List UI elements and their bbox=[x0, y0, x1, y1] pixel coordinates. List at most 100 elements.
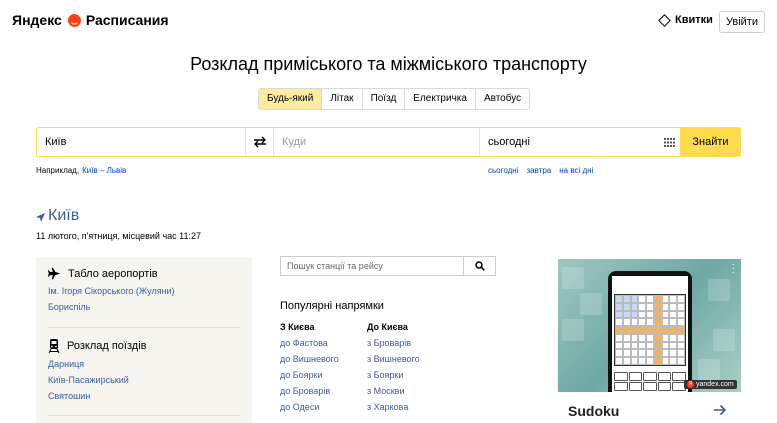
swap-button[interactable] bbox=[245, 128, 274, 156]
sudoku-cell bbox=[677, 302, 685, 311]
sudoku-cell bbox=[653, 349, 662, 358]
calendar-button[interactable] bbox=[658, 128, 680, 156]
logo-product: Расписания bbox=[85, 12, 169, 28]
direction-link[interactable]: з Вишневого bbox=[367, 354, 420, 364]
direction-link[interactable]: з Боярки bbox=[367, 370, 420, 380]
sudoku-cell bbox=[638, 357, 647, 365]
tab-plane[interactable]: Літак bbox=[322, 89, 363, 109]
logo-brand: Яндекс bbox=[12, 12, 62, 28]
sudoku-cell bbox=[669, 349, 678, 358]
direction-link[interactable]: до Вишневого bbox=[280, 354, 339, 364]
airport-link-zhuliany[interactable]: Ім. Ігоря Сікорського (Жуляни) bbox=[48, 286, 175, 296]
station-search-button[interactable] bbox=[463, 257, 495, 275]
tab-bus[interactable]: Автобус bbox=[475, 89, 530, 109]
sudoku-cell bbox=[646, 318, 654, 327]
sudoku-cell bbox=[677, 357, 685, 365]
sudoku-key bbox=[657, 372, 672, 381]
trains-section: Розклад поїздів Дарниця Київ-Пасажирськи… bbox=[48, 339, 146, 401]
ad-image[interactable]: · · · Я yandex.com bbox=[558, 259, 741, 392]
transport-tabs: Будь-який Літак Поїзд Електричка Автобус bbox=[258, 88, 531, 110]
trains-title: Розклад поїздів bbox=[67, 340, 147, 352]
direction-link[interactable]: з Харкова bbox=[367, 402, 420, 412]
tab-train[interactable]: Поїзд bbox=[362, 89, 406, 109]
to-kyiv-head: До Києва bbox=[367, 322, 408, 332]
ad-banner[interactable]: · · · Я yandex.com Sudoku bbox=[558, 259, 741, 423]
station-search bbox=[280, 256, 496, 276]
sudoku-cell bbox=[661, 357, 670, 365]
sudoku-cell bbox=[677, 326, 685, 334]
ad-bg-tile bbox=[580, 293, 602, 315]
sudoku-cell bbox=[661, 349, 670, 358]
sudoku-cell bbox=[630, 333, 639, 342]
sudoku-cell bbox=[638, 349, 647, 358]
info-panel: Табло аеропортів Ім. Ігоря Сікорського (… bbox=[36, 257, 252, 423]
direction-link[interactable]: до Броварів bbox=[280, 386, 339, 396]
find-button[interactable]: Знайти bbox=[680, 127, 741, 157]
sudoku-key bbox=[643, 372, 657, 381]
sudoku-cell bbox=[661, 318, 670, 327]
sudoku-cell bbox=[630, 357, 639, 365]
ad-bg-tile bbox=[698, 359, 720, 381]
sudoku-cell bbox=[630, 349, 639, 358]
airport-link-boryspil[interactable]: Бориспіль bbox=[48, 302, 175, 312]
ad-menu-icon[interactable]: · · · bbox=[732, 260, 735, 278]
sudoku-cell bbox=[653, 295, 662, 303]
date-link-today[interactable]: сьогодні bbox=[488, 166, 519, 175]
station-link-sviatoshyn[interactable]: Святошин bbox=[48, 391, 146, 401]
tab-suburban[interactable]: Електричка bbox=[405, 89, 476, 109]
arrow-right-icon[interactable] bbox=[713, 403, 727, 417]
sudoku-cell bbox=[638, 302, 647, 311]
sudoku-cell bbox=[669, 341, 678, 350]
date-input[interactable] bbox=[480, 128, 658, 156]
calendar-icon bbox=[663, 137, 675, 147]
city-name: Київ bbox=[48, 207, 80, 224]
plane-icon bbox=[48, 267, 61, 280]
sudoku-cell bbox=[622, 326, 631, 334]
direction-link[interactable]: до Фастова bbox=[280, 338, 339, 348]
sudoku-cell bbox=[653, 318, 662, 327]
sudoku-cell bbox=[653, 357, 662, 365]
station-link-darnytsia[interactable]: Дарниця bbox=[48, 359, 146, 369]
direction-link[interactable]: з Москви bbox=[367, 386, 420, 396]
sudoku-cell bbox=[646, 349, 654, 358]
date-link-all-days[interactable]: на всі дні bbox=[559, 166, 593, 175]
logo-icon bbox=[67, 13, 81, 27]
from-input[interactable] bbox=[37, 128, 245, 156]
station-link-kyiv-pas[interactable]: Київ-Пасажирський bbox=[48, 375, 146, 385]
login-button[interactable]: Увійти bbox=[719, 11, 765, 33]
ad-bg-tile bbox=[562, 267, 584, 289]
example-link[interactable]: Київ – Львів bbox=[82, 166, 126, 175]
sudoku-cell bbox=[615, 341, 623, 350]
tab-any[interactable]: Будь-який bbox=[259, 89, 323, 109]
date-shortcuts: сьогодні завтра на всі дні bbox=[488, 166, 601, 175]
station-search-input[interactable] bbox=[281, 257, 463, 275]
sudoku-cell bbox=[669, 357, 678, 365]
sudoku-key bbox=[628, 372, 643, 381]
logo[interactable]: Яндекс Расписания bbox=[12, 12, 169, 28]
airports-title: Табло аеропортів bbox=[68, 267, 158, 280]
sudoku-cell bbox=[615, 302, 623, 311]
to-input[interactable] bbox=[274, 128, 480, 156]
sudoku-cell bbox=[669, 333, 678, 342]
direction-link[interactable]: з Броварів bbox=[367, 338, 420, 348]
direction-link[interactable]: до Одеси bbox=[280, 402, 339, 412]
direction-link[interactable]: до Боярки bbox=[280, 370, 339, 380]
swap-icon bbox=[253, 136, 266, 148]
ad-title: Sudoku bbox=[568, 403, 620, 419]
sudoku-cell bbox=[638, 295, 647, 303]
sudoku-key bbox=[628, 382, 643, 391]
train-icon bbox=[48, 339, 60, 353]
sudoku-cell bbox=[646, 357, 654, 365]
ad-source-label: yandex.com bbox=[696, 381, 734, 388]
sudoku-key bbox=[657, 382, 672, 391]
ad-bg-tile bbox=[708, 279, 730, 301]
airports-section: Табло аеропортів Ім. Ігоря Сікорського (… bbox=[48, 267, 175, 312]
date-link-tomorrow[interactable]: завтра bbox=[527, 166, 552, 175]
tickets-link[interactable]: Квитки bbox=[658, 13, 713, 27]
sudoku-cell bbox=[615, 295, 623, 303]
sudoku-cell bbox=[622, 357, 631, 365]
city-selector[interactable]: Київ bbox=[36, 207, 79, 225]
location-arrow-icon bbox=[36, 212, 45, 222]
ad-footer: Sudoku bbox=[558, 399, 741, 423]
trains-header: Розклад поїздів bbox=[48, 339, 146, 353]
